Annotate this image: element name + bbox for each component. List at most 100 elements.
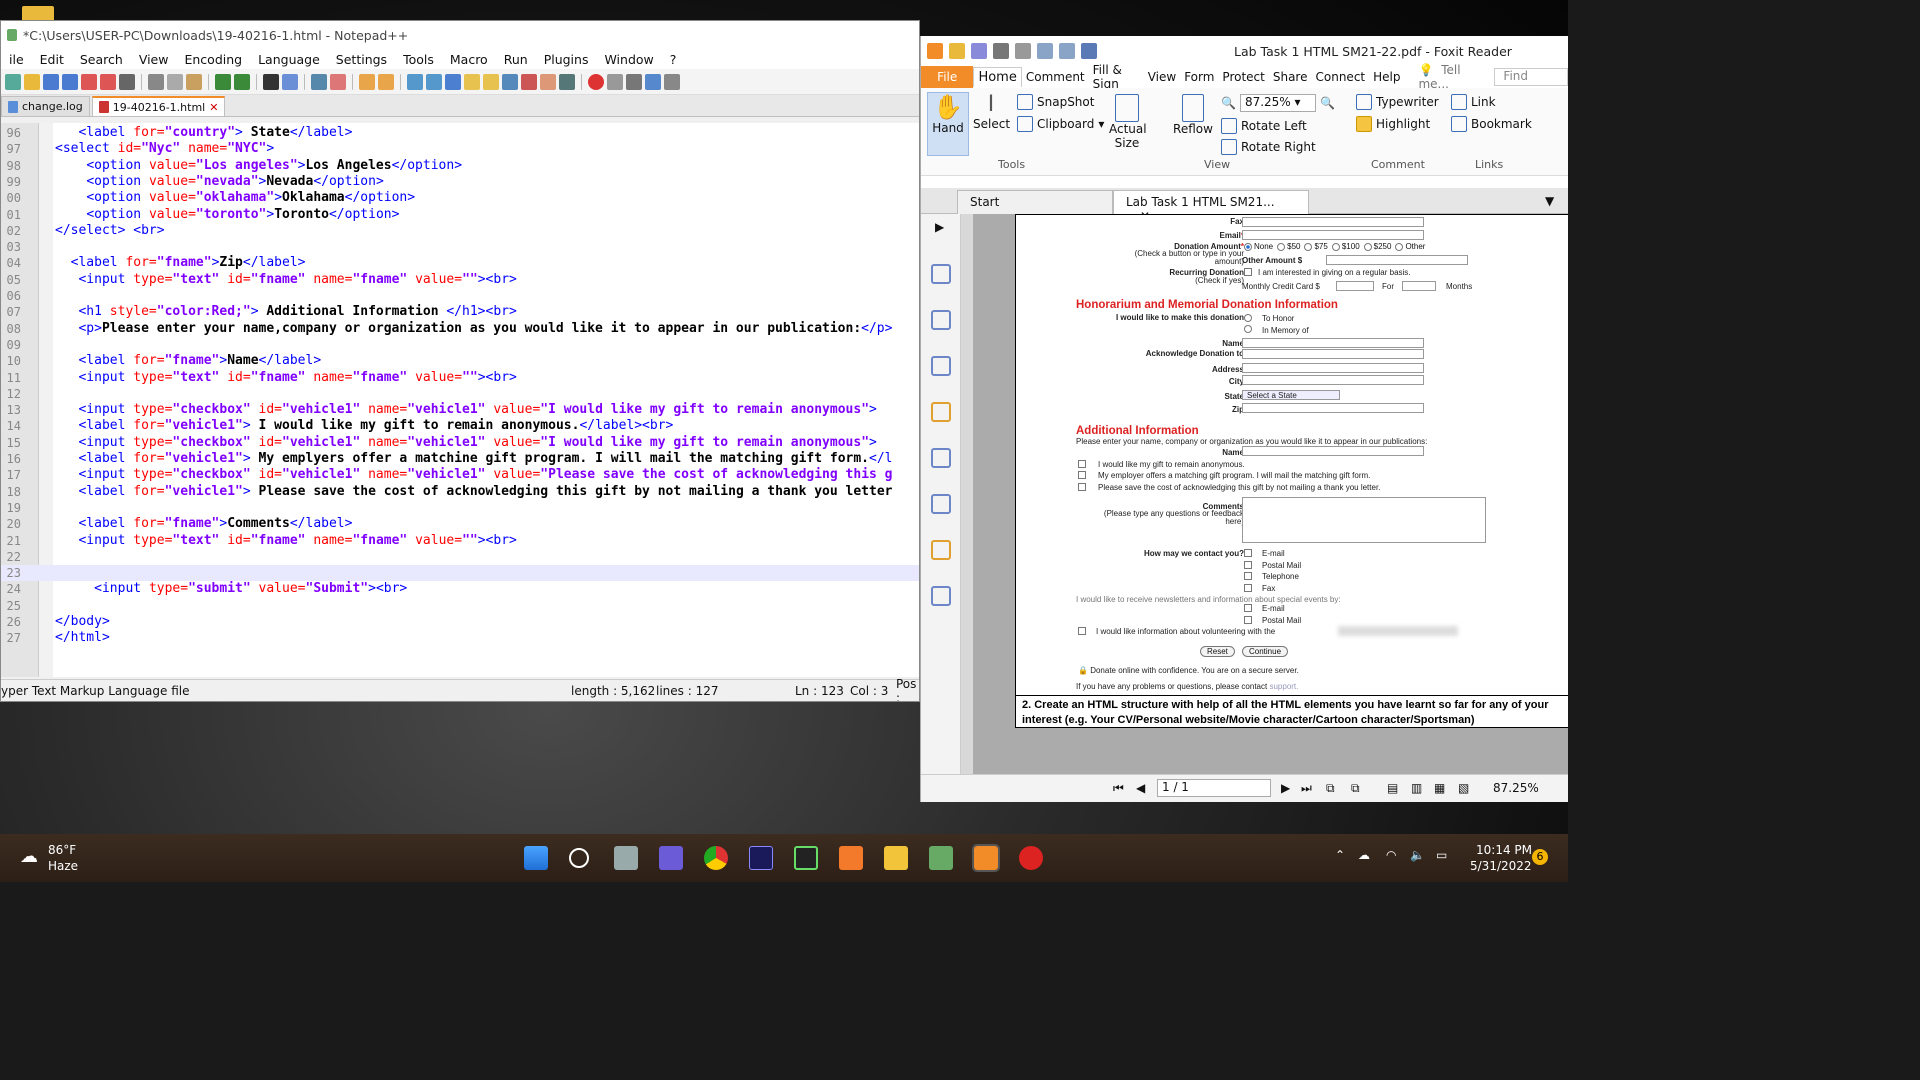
bookmark-button[interactable]: Bookmark <box>1451 116 1532 132</box>
next-page-icon[interactable]: ▶ <box>1281 781 1290 795</box>
amount-radio[interactable] <box>1304 242 1313 251</box>
paste-icon[interactable] <box>186 73 202 90</box>
zoom-in-icon[interactable]: 🔍 <box>1320 96 1335 110</box>
code-line[interactable]: 19 <box>1 500 919 516</box>
zoom-in-icon[interactable] <box>311 73 327 90</box>
tab-comment[interactable]: Comment <box>1022 70 1089 84</box>
menu-settings[interactable]: Settings <box>328 52 395 67</box>
code-line[interactable]: 22 <box>1 549 919 565</box>
teams-chat-icon[interactable] <box>659 846 683 870</box>
continue-button[interactable]: Continue <box>1242 646 1289 657</box>
single-page-icon[interactable]: ▤ <box>1387 781 1398 795</box>
weather-temperature[interactable]: 86°F <box>48 843 76 857</box>
opera-icon[interactable] <box>1019 846 1043 870</box>
continuous-icon[interactable]: ▥ <box>1411 781 1422 795</box>
play-macro-icon[interactable] <box>626 73 642 90</box>
menu-tools[interactable]: Tools <box>395 52 442 67</box>
stop-macro-icon[interactable] <box>607 73 623 90</box>
snapshot-button[interactable]: SnapShot <box>1017 94 1094 110</box>
bookmarks-panel-icon[interactable] <box>931 264 951 284</box>
close-tab-icon[interactable]: ✕ <box>209 101 218 114</box>
code-line[interactable]: 02 </select> <br> <box>1 223 919 239</box>
amount-option[interactable]: $75 <box>1304 242 1328 251</box>
monthly-amount-field[interactable] <box>1336 281 1374 291</box>
code-line[interactable]: 11 <input type="text" id="fname" name="f… <box>1 370 919 386</box>
next-view-icon[interactable]: ⧉ <box>1351 781 1360 796</box>
hand-tool-quick-icon[interactable] <box>1081 43 1097 59</box>
tab-help[interactable]: Help <box>1369 70 1404 84</box>
menu-search[interactable]: Search <box>72 52 131 67</box>
menu-view[interactable]: View <box>131 52 177 67</box>
digital-ids-icon[interactable] <box>931 586 951 606</box>
amount-radio[interactable] <box>1244 242 1252 251</box>
menu-help[interactable]: ? <box>662 52 685 67</box>
clock-time[interactable]: 10:14 PM <box>1476 843 1532 857</box>
sync-horizontal-icon[interactable] <box>378 73 394 90</box>
typewriter-button[interactable]: Typewriter <box>1356 94 1439 110</box>
code-line[interactable]: 00 <option value="oklahama">Oklahama</op… <box>1 190 919 206</box>
document-map-icon[interactable] <box>483 73 499 90</box>
task-view-icon[interactable] <box>614 846 638 870</box>
code-line[interactable]: 07 <h1 style="color:Red;"> Additional In… <box>1 304 919 320</box>
weather-icon[interactable]: ☁ <box>20 846 38 867</box>
word-wrap-icon[interactable] <box>407 73 423 90</box>
amount-radio[interactable] <box>1277 242 1286 251</box>
tab-home[interactable]: Home <box>973 67 1022 87</box>
last-page-icon[interactable]: ⏭ <box>1301 781 1312 796</box>
city-field[interactable] <box>1242 375 1424 385</box>
save-icon[interactable] <box>971 43 987 59</box>
user-language-icon[interactable] <box>464 73 480 90</box>
start-button-icon[interactable] <box>524 846 548 870</box>
contact-option-checkbox[interactable] <box>1244 583 1252 592</box>
code-line[interactable]: 08 <p>Please enter your name,company or … <box>1 321 919 337</box>
code-line[interactable]: 14 <label for="vehicle1"> I would like m… <box>1 418 919 434</box>
support-link[interactable]: support. <box>1269 682 1298 691</box>
address-field[interactable] <box>1242 363 1424 373</box>
code-line[interactable]: 98 <option value="Los angeles">Los Angel… <box>1 158 919 174</box>
comments-textarea[interactable] <box>1242 497 1486 543</box>
code-line[interactable]: 99 <option value="nevada">Nevada</option… <box>1 174 919 190</box>
acknowledge-field[interactable] <box>1242 349 1424 359</box>
tab-start[interactable]: Start <box>957 190 1113 214</box>
code-line[interactable]: 13 <input type="checkbox" id="vehicle1" … <box>1 402 919 418</box>
find-icon[interactable] <box>263 73 279 90</box>
code-line[interactable]: 12 <box>1 386 919 402</box>
code-line[interactable]: 09 <box>1 337 919 353</box>
redo-icon[interactable] <box>1059 43 1075 59</box>
code-line[interactable]: 16 <label for="vehicle1"> My emplyers of… <box>1 451 919 467</box>
code-line[interactable]: 21 <input type="text" id="fname" name="f… <box>1 533 919 549</box>
menu-file[interactable]: ile <box>1 52 32 67</box>
page-number-field[interactable]: 1 / 1 <box>1157 779 1271 797</box>
amount-option[interactable]: $100 <box>1331 242 1360 251</box>
menu-edit[interactable]: Edit <box>32 52 72 67</box>
tab-fill-sign[interactable]: Fill & Sign <box>1089 63 1144 91</box>
redo-icon[interactable] <box>234 73 250 90</box>
code-line[interactable]: 25 <box>1 598 919 614</box>
wifi-icon[interactable]: ◠ <box>1386 848 1396 862</box>
undo-icon[interactable] <box>1037 43 1053 59</box>
months-field[interactable] <box>1402 281 1436 291</box>
battery-icon[interactable]: ▭ <box>1436 848 1447 862</box>
no-thank-you-checkbox[interactable] <box>1078 483 1086 491</box>
menu-macro[interactable]: Macro <box>442 52 496 67</box>
menu-encoding[interactable]: Encoding <box>176 52 250 67</box>
copy-icon[interactable] <box>167 73 183 90</box>
close-all-icon[interactable] <box>100 73 116 90</box>
zoom-select[interactable]: 87.25% ▾ <box>1239 94 1316 112</box>
code-line[interactable]: 23 <box>1 565 919 582</box>
rotate-right-button[interactable]: Rotate Right <box>1221 139 1316 155</box>
sync-vertical-icon[interactable] <box>359 73 375 90</box>
amount-option[interactable]: $250 <box>1363 242 1391 251</box>
previous-page-icon[interactable]: ◀ <box>1136 781 1145 795</box>
record-macro-icon[interactable] <box>588 73 604 90</box>
show-all-characters-icon[interactable] <box>426 73 442 90</box>
clipboard-button[interactable]: Clipboard ▾ <box>1017 116 1104 132</box>
amount-radio[interactable] <box>1363 242 1372 251</box>
tab-share[interactable]: Share <box>1269 70 1312 84</box>
file-menu-button[interactable]: File <box>921 66 974 88</box>
amount-radio[interactable] <box>1331 242 1340 251</box>
code-line[interactable]: 01 <option value="toronto">Toronto</opti… <box>1 207 919 223</box>
code-line[interactable]: 10 <label for="fname">Name</label> <box>1 353 919 369</box>
code-line[interactable]: 26 </body> <box>1 614 919 630</box>
code-line[interactable]: 03 <box>1 239 919 255</box>
